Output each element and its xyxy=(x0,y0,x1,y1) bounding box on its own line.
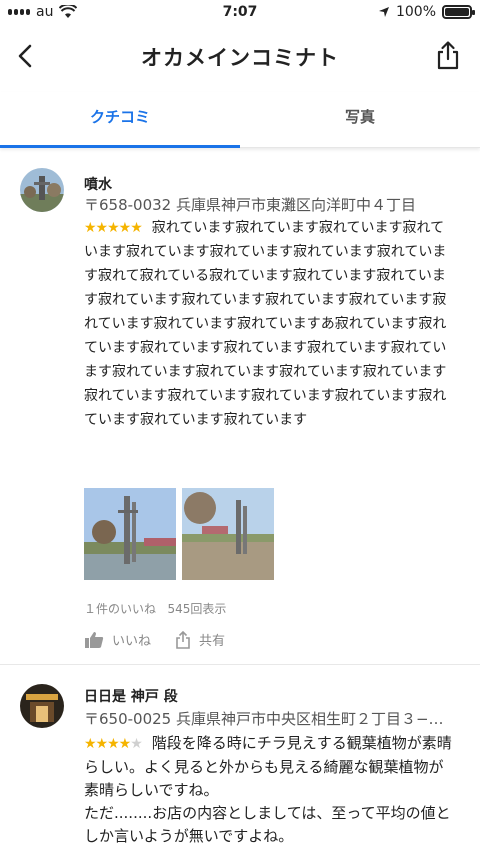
like-count: １件のいいね xyxy=(84,602,157,616)
review-photo[interactable] xyxy=(84,488,176,580)
review-photo[interactable] xyxy=(182,488,274,580)
like-label: いいね xyxy=(112,634,152,649)
review-text: 寂れています寂れています寂れています寂れています寂れています寂れています寂れてい… xyxy=(84,220,447,428)
share-button[interactable]: 共有 xyxy=(175,630,225,649)
review-text-block: ★★★★★ 階段を降る時にチラ見えする観葉植物が素晴らしい。よく見ると外からも見え… xyxy=(84,732,456,848)
tab-bar: クチコミ 写真 xyxy=(0,92,480,148)
review-actions: いいね 共有 xyxy=(84,630,225,649)
app-header: オカメインコミナト xyxy=(0,26,480,86)
review-address: 〒658-0032 兵庫県神戸市東灘区向洋町中４丁目 xyxy=(84,196,416,214)
review-address: 〒650-0025 兵庫県神戸市中央区相生町２丁目３−… xyxy=(84,710,444,728)
reviewer-name[interactable]: 日日是 神戸 段 xyxy=(84,686,178,706)
review-text-block: ★★★★★ 寂れています寂れています寂れています寂れています寂れています寂れていま… xyxy=(84,216,456,432)
avatar[interactable] xyxy=(20,168,64,212)
battery-percent: 100% xyxy=(395,4,436,20)
page-title: オカメインコミナト xyxy=(141,46,339,70)
reviewer-name[interactable]: 噴水 xyxy=(84,174,112,194)
battery-icon xyxy=(442,5,475,19)
view-count: 545回表示 xyxy=(167,602,227,616)
like-button[interactable]: いいね xyxy=(84,630,151,649)
location-arrow-icon xyxy=(378,7,389,17)
divider xyxy=(0,664,480,665)
review-stats: １件のいいね 545回表示 xyxy=(84,600,226,617)
status-right: 100% xyxy=(378,4,475,20)
tab-photos[interactable]: 写真 xyxy=(240,92,480,148)
share-icon[interactable] xyxy=(434,40,462,70)
tab-reviews[interactable]: クチコミ xyxy=(0,92,240,148)
share-label: 共有 xyxy=(199,634,226,649)
share-icon xyxy=(176,630,190,649)
thumbs-up-icon xyxy=(85,631,104,648)
avatar[interactable] xyxy=(20,684,64,728)
star-rating: ★★★★★ xyxy=(84,220,143,236)
star-rating: ★★★★★ xyxy=(84,736,143,752)
tab-indicator xyxy=(0,145,240,148)
status-bar: au 7:07 100% xyxy=(0,0,480,26)
